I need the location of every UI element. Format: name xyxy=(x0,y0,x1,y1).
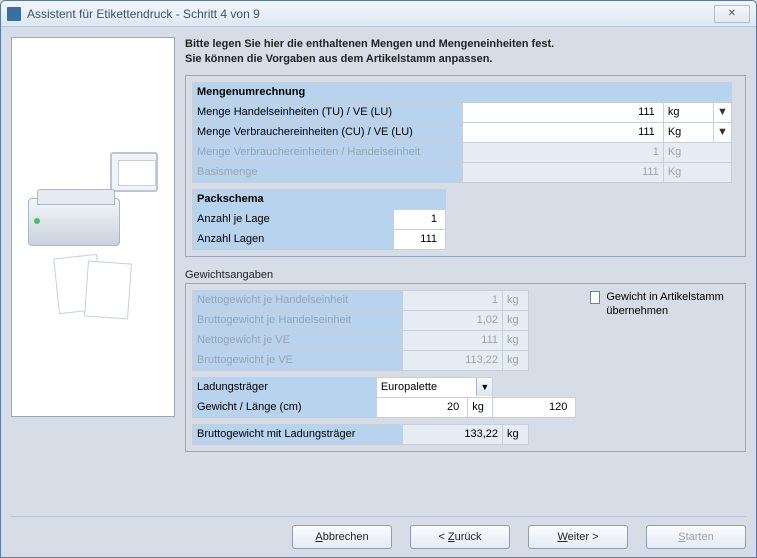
adopt-weight-option[interactable]: Gewicht in Artikelstamm übernehmen xyxy=(590,290,739,445)
instructions-line: Sie können die Vorgaben aus dem Artikels… xyxy=(185,52,746,67)
back-button[interactable]: < Zurück xyxy=(410,525,510,549)
unit-select[interactable]: kg xyxy=(663,102,713,122)
readonly-value: 111 xyxy=(403,330,503,350)
row-label: Bruttogewicht je Handelseinheit xyxy=(193,310,403,330)
table-row: Menge Verbrauchereinheiten (CU) / VE (LU… xyxy=(193,122,732,142)
readonly-value: 1 xyxy=(463,142,663,162)
app-icon xyxy=(7,7,21,21)
readonly-value: 133,22 xyxy=(403,424,503,444)
row-label: Bruttogewicht mit Ladungsträger xyxy=(193,424,403,444)
cancel-button[interactable]: Abbrechen xyxy=(292,525,392,549)
row-label: Ladungsträger xyxy=(193,377,377,397)
packschema-grid: Packschema Anzahl je Lage Anzahl Lagen xyxy=(192,189,446,250)
row-label: Nettogewicht je VE xyxy=(193,330,403,350)
table-row: Nettogewicht je Handelseinheit 1 kg xyxy=(193,290,529,310)
next-button[interactable]: Weiter > xyxy=(528,525,628,549)
client-area: Bitte legen Sie hier die enthaltenen Men… xyxy=(1,27,756,557)
row-label: Anzahl Lagen xyxy=(193,229,394,249)
unit-dropdown-icon[interactable]: ▼ xyxy=(713,102,731,122)
layers-input[interactable] xyxy=(393,229,445,249)
carrier-grid: Ladungsträger Europalette ▼ xyxy=(192,377,576,418)
start-button: Starten xyxy=(646,525,746,549)
carrier-weight-input[interactable] xyxy=(376,397,467,417)
row-label: Menge Verbrauchereinheiten (CU) / VE (LU… xyxy=(193,122,463,142)
table-row: Bruttogewicht je Handelseinheit 1,02 kg xyxy=(193,310,529,330)
adopt-weight-label: Gewicht in Artikelstamm übernehmen xyxy=(606,290,739,319)
total-grid: Bruttogewicht mit Ladungsträger 133,22 k… xyxy=(192,424,529,445)
row-label: Menge Handelseinheiten (TU) / VE (LU) xyxy=(193,102,463,122)
row-label: Gewicht / Länge (cm) xyxy=(193,397,377,417)
weights-panel: Nettogewicht je Handelseinheit 1 kg Brut… xyxy=(185,283,746,452)
weights-grid: Nettogewicht je Handelseinheit 1 kg Brut… xyxy=(192,290,529,371)
table-row: Ladungsträger Europalette ▼ xyxy=(193,377,576,397)
qty-tu-input[interactable] xyxy=(463,102,663,122)
window-title: Assistent für Etikettendruck - Schritt 4… xyxy=(27,7,714,21)
chevron-down-icon[interactable]: ▼ xyxy=(476,378,492,396)
table-row: Bruttogewicht je VE 113,22 kg xyxy=(193,350,529,370)
table-row: Nettogewicht je VE 111 kg xyxy=(193,330,529,350)
conversion-grid: Mengenumrechnung Menge Handelseinheiten … xyxy=(192,82,732,183)
unit-label: Kg xyxy=(663,162,731,182)
table-row: Anzahl Lagen xyxy=(193,229,446,249)
table-row: Gewicht / Länge (cm) kg xyxy=(193,397,576,417)
weights-section-label: Gewichtsangaben xyxy=(185,269,746,281)
wizard-footer: Abbrechen < Zurück Weiter > Starten xyxy=(11,516,746,549)
table-row: Anzahl je Lage xyxy=(193,209,446,229)
readonly-value: 111 xyxy=(463,162,663,182)
unit-label: kg xyxy=(503,330,529,350)
unit-dropdown-icon[interactable]: ▼ xyxy=(713,122,731,142)
table-row: Bruttogewicht mit Ladungsträger 133,22 k… xyxy=(193,424,529,444)
packschema-header: Packschema xyxy=(193,189,446,209)
carrier-length-input[interactable] xyxy=(493,397,576,417)
instructions: Bitte legen Sie hier die enthaltenen Men… xyxy=(185,37,746,67)
row-label: Basismenge xyxy=(193,162,463,182)
quantity-panel: Mengenumrechnung Menge Handelseinheiten … xyxy=(185,75,746,257)
table-row: Menge Handelseinheiten (TU) / VE (LU) kg… xyxy=(193,102,732,122)
readonly-value: 1 xyxy=(403,290,503,310)
unit-label: kg xyxy=(468,397,493,417)
titlebar: Assistent für Etikettendruck - Schritt 4… xyxy=(1,1,756,27)
qty-cu-input[interactable] xyxy=(463,122,663,142)
unit-label: kg xyxy=(503,424,529,444)
readonly-value: 1,02 xyxy=(403,310,503,330)
unit-label: Kg xyxy=(663,142,731,162)
conversion-header: Mengenumrechnung xyxy=(193,82,732,102)
unit-label: kg xyxy=(503,350,529,370)
table-row: Basismenge 111 Kg xyxy=(193,162,732,182)
row-label: Nettogewicht je Handelseinheit xyxy=(193,290,403,310)
perlayer-input[interactable] xyxy=(393,209,445,229)
row-label: Bruttogewicht je VE xyxy=(193,350,403,370)
wizard-illustration xyxy=(11,37,175,417)
table-row: Menge Verbrauchereinheiten / Handelseinh… xyxy=(193,142,732,162)
main-column: Bitte legen Sie hier die enthaltenen Men… xyxy=(185,37,746,515)
close-icon[interactable]: ✕ xyxy=(714,5,750,23)
wizard-window: Assistent für Etikettendruck - Schritt 4… xyxy=(0,0,757,558)
printer-illustration xyxy=(28,152,158,302)
carrier-selected: Europalette xyxy=(377,381,476,393)
unit-select[interactable]: Kg xyxy=(663,122,713,142)
row-label: Anzahl je Lage xyxy=(193,209,394,229)
carrier-select[interactable]: Europalette ▼ xyxy=(377,378,492,397)
unit-label: kg xyxy=(503,310,529,330)
unit-label: kg xyxy=(503,290,529,310)
instructions-line: Bitte legen Sie hier die enthaltenen Men… xyxy=(185,37,746,52)
row-label: Menge Verbrauchereinheiten / Handelseinh… xyxy=(193,142,463,162)
readonly-value: 113,22 xyxy=(403,350,503,370)
adopt-weight-checkbox[interactable] xyxy=(590,291,600,304)
